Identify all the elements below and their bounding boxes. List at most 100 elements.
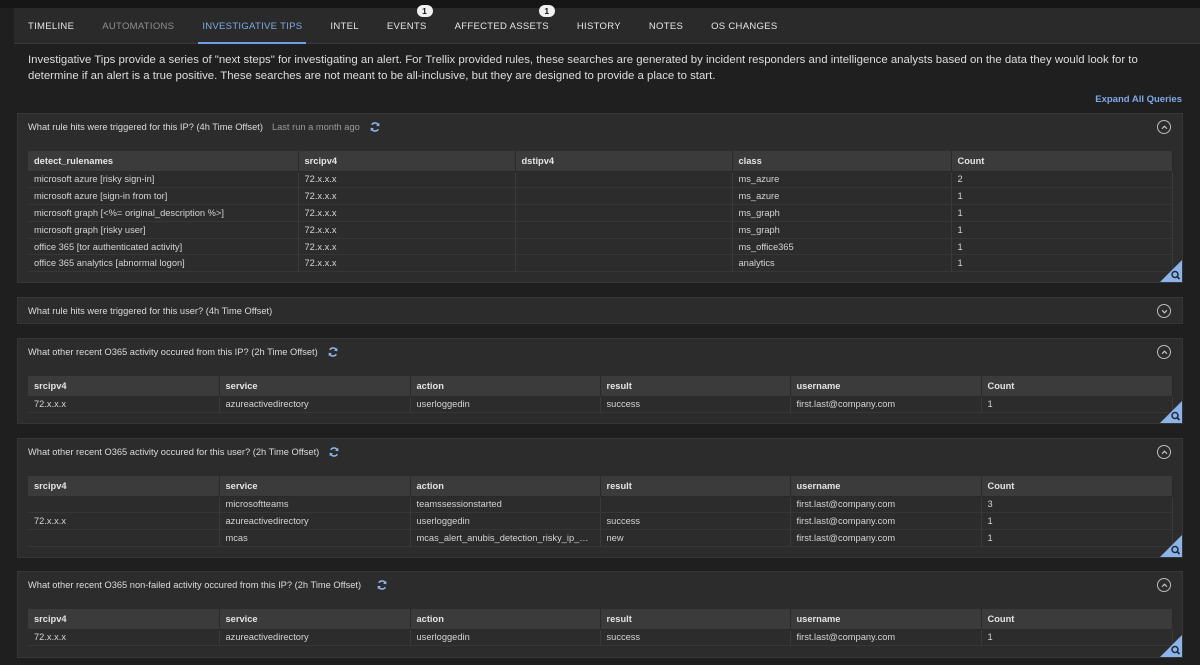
table-row[interactable]: 72.x.x.x azureactivedirectory userloggedin…: [28, 629, 1173, 647]
results-table: srcipv4 service action result username Count 7…: [28, 376, 1173, 414]
tab-label: OS CHANGES: [711, 20, 778, 32]
panel-header[interactable]: What rule hits were triggered for this u…: [18, 298, 1182, 324]
table-row[interactable]: office 365 analytics [abnormal logon] 72.…: [28, 254, 1173, 273]
tab-intel[interactable]: INTEL: [316, 8, 372, 44]
table-header-row: srcipv4 service action result username Count: [28, 376, 1173, 397]
column-header[interactable]: service: [219, 376, 411, 397]
count-badge: 1: [416, 5, 433, 17]
column-header[interactable]: result: [600, 376, 791, 397]
tab-os-changes[interactable]: OS CHANGES: [697, 8, 791, 44]
table-cell: azureactivedirectory: [219, 512, 411, 531]
table-row[interactable]: microsoft azure [sign-in from tor] 72.x.x…: [28, 187, 1173, 206]
panel-header[interactable]: What rule hits were triggered for this I…: [18, 114, 1182, 140]
column-header[interactable]: username: [790, 609, 982, 630]
column-header[interactable]: detect_rulenames: [28, 151, 299, 172]
table-row[interactable]: microsoft graph [risky user] 72.x.x.x ms_g…: [28, 221, 1173, 239]
column-header[interactable]: srcipv4: [298, 151, 516, 172]
column-header[interactable]: action: [410, 376, 601, 397]
query-panel-o365-nonfailed-ip: What other recent O365 non-failed activi…: [17, 571, 1183, 658]
table-cell: [600, 496, 791, 514]
column-header[interactable]: username: [790, 476, 982, 497]
tab-label: AUTOMATIONS: [102, 20, 175, 32]
table-cell: success: [600, 396, 791, 414]
column-header[interactable]: Count: [981, 476, 1173, 497]
tab-automations[interactable]: AUTOMATIONS: [88, 8, 188, 44]
table-row[interactable]: microsoft azure [risky sign-in] 72.x.x.x m…: [28, 171, 1173, 189]
query-panel-o365-activity-ip: What other recent O365 activity occured …: [17, 338, 1183, 424]
search-query-icon[interactable]: [1160, 260, 1182, 282]
table-cell: analytics: [732, 254, 952, 273]
table-row[interactable]: microsoftteams teamssessionstarted first.l…: [28, 496, 1173, 514]
column-header[interactable]: dstipv4: [515, 151, 733, 172]
column-header[interactable]: action: [410, 609, 601, 630]
refresh-icon[interactable]: [327, 346, 339, 358]
column-header[interactable]: username: [790, 376, 982, 397]
table-cell: 1: [981, 629, 1173, 647]
table-cell: microsoft graph [<%= original_descriptio…: [28, 204, 299, 222]
table-cell: mcas: [219, 529, 411, 547]
table-header-row: srcipv4 service action result username Count: [28, 476, 1173, 497]
results-table: detect_rulenames srcipv4 dstipv4 class Count…: [28, 151, 1173, 273]
table-cell: [28, 529, 220, 547]
expand-chevron-down-icon[interactable]: [1157, 304, 1171, 318]
panel-header[interactable]: What other recent O365 activity occured …: [18, 439, 1182, 465]
tab-label: HISTORY: [576, 20, 621, 32]
column-header[interactable]: result: [600, 609, 791, 630]
refresh-icon[interactable]: [369, 121, 381, 133]
refresh-icon[interactable]: [328, 446, 340, 458]
column-header[interactable]: class: [732, 151, 952, 172]
tab-history[interactable]: HISTORY: [563, 8, 635, 44]
column-header[interactable]: result: [600, 476, 791, 497]
tab-label: TIMELINE: [28, 20, 75, 32]
table-row[interactable]: mcas mcas_alert_anubis_detection_risky_ip…: [28, 529, 1173, 547]
table-cell: first.last@company.com: [790, 396, 982, 414]
table-row[interactable]: microsoft graph [<%= original_descriptio…: [28, 204, 1173, 222]
table-cell: 72.x.x.x: [28, 396, 220, 414]
query-panel-o365-activity-user: What other recent O365 activity occured …: [17, 438, 1183, 558]
table-cell: 72.x.x.x: [298, 204, 516, 222]
table-cell: microsoft azure [sign-in from tor]: [28, 187, 299, 206]
table-row[interactable]: 72.x.x.x azureactivedirectory userloggedin…: [28, 396, 1173, 414]
tab-events[interactable]: EVENTS 1: [373, 5, 441, 44]
collapse-chevron-up-icon[interactable]: [1157, 345, 1171, 359]
panel-header[interactable]: What other recent O365 activity occured …: [18, 339, 1182, 365]
table-header-row: detect_rulenames srcipv4 dstipv4 class Count: [28, 151, 1173, 172]
last-run-label: Last run a month ago: [271, 122, 360, 132]
column-header[interactable]: srcipv4: [28, 376, 220, 397]
table-cell: microsoftteams: [219, 496, 411, 514]
refresh-icon[interactable]: [376, 579, 388, 591]
results-table: srcipv4 service action result username Count m…: [28, 476, 1173, 547]
column-header[interactable]: service: [219, 609, 411, 630]
table-cell: [515, 187, 733, 206]
collapse-chevron-up-icon[interactable]: [1157, 578, 1171, 592]
column-header[interactable]: srcipv4: [28, 476, 220, 497]
collapse-chevron-up-icon[interactable]: [1157, 120, 1171, 134]
tab-notes[interactable]: NOTES: [635, 8, 697, 44]
panel-header[interactable]: What other recent O365 non-failed activi…: [18, 572, 1182, 598]
search-query-icon[interactable]: [1160, 635, 1182, 657]
column-header[interactable]: srcipv4: [28, 609, 220, 630]
tab-label: INTEL: [330, 20, 359, 32]
tab-timeline[interactable]: TIMELINE: [14, 8, 88, 44]
tab-label: INVESTIGATIVE TIPS: [202, 20, 303, 32]
column-header[interactable]: action: [410, 476, 601, 497]
table-row[interactable]: office 365 [tor authenticated activity] 7…: [28, 238, 1173, 256]
table-cell: 72.x.x.x: [298, 238, 516, 256]
collapse-chevron-up-icon[interactable]: [1157, 445, 1171, 459]
tab-investigative-tips[interactable]: INVESTIGATIVE TIPS: [188, 8, 316, 44]
column-header[interactable]: Count: [981, 376, 1173, 397]
search-query-icon[interactable]: [1160, 401, 1182, 423]
tab-affected-assets[interactable]: AFFECTED ASSETS 1: [441, 5, 563, 44]
expand-all-queries-link[interactable]: Expand All Queries: [1095, 94, 1182, 105]
table-row[interactable]: 72.x.x.x azureactivedirectory userloggedin…: [28, 512, 1173, 531]
table-cell: microsoft graph [risky user]: [28, 221, 299, 239]
query-panel-rule-hits-ip: What rule hits were triggered for this I…: [17, 113, 1183, 283]
column-header[interactable]: Count: [951, 151, 1173, 172]
table-cell: success: [600, 512, 791, 531]
column-header[interactable]: Count: [981, 609, 1173, 630]
search-query-icon[interactable]: [1160, 535, 1182, 557]
count-badge: 1: [538, 5, 555, 17]
table-cell: [515, 221, 733, 239]
column-header[interactable]: service: [219, 476, 411, 497]
query-panel-rule-hits-user: What rule hits were triggered for this u…: [17, 297, 1183, 324]
